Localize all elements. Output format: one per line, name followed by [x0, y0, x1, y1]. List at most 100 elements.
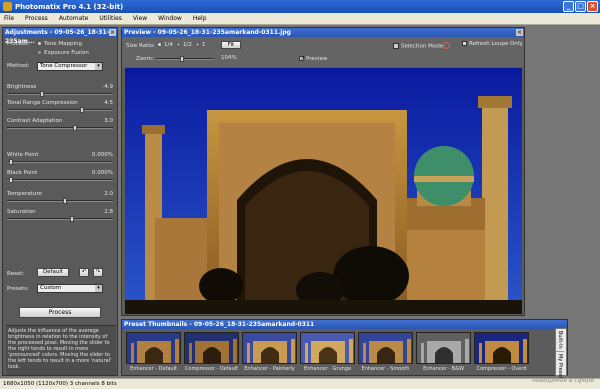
thumbnail-image[interactable] — [184, 332, 239, 364]
minimize-button[interactable]: _ — [563, 1, 574, 12]
slider-value: 4.5 — [104, 100, 113, 106]
slider-row: Temperature 2.0 — [7, 191, 113, 197]
thumbnail-image[interactable] — [300, 332, 355, 364]
menu-file[interactable]: File — [4, 15, 14, 22]
preview-window: Preview - 09-05-26_18-31-235amarkand-031… — [121, 27, 525, 316]
adjustment-slider[interactable] — [7, 177, 113, 183]
size-half-radio[interactable]: 1/2 — [176, 42, 192, 48]
app-title: Photomatix Pro 4.1 (32-bit) — [15, 2, 124, 11]
slider-thumb[interactable] — [73, 125, 77, 131]
status-text: 1680x1050 (1120x700) 3 channels 8 bits — [3, 381, 117, 387]
help-text: Adjusts the influence of the average bri… — [6, 325, 116, 375]
maximize-button[interactable]: □ — [575, 1, 586, 12]
process-button[interactable]: Process — [19, 307, 101, 318]
madrasa-photo — [125, 68, 522, 314]
preset-thumbnail[interactable]: Enhancer - B&W — [416, 332, 471, 372]
slider-thumb[interactable] — [9, 159, 13, 165]
redo-arrow-icon: ↷ — [95, 269, 101, 275]
slider-value: -4.9 — [102, 84, 113, 90]
fit-button[interactable]: Fit — [221, 41, 241, 49]
adjustment-slider[interactable] — [7, 107, 113, 113]
reset-label: Reset: — [7, 271, 25, 277]
method-select[interactable]: Tone Compressor ▾ — [37, 62, 103, 71]
slider-value: 0.000% — [92, 170, 113, 176]
preset-thumbnail[interactable]: Enhancer - Default — [126, 332, 181, 372]
thumbnail-image[interactable] — [242, 332, 297, 364]
thumbnail-label: Compressor - Default — [184, 366, 239, 372]
adjustment-slider[interactable] — [7, 91, 113, 97]
size-full-radio[interactable]: 1 — [195, 42, 206, 48]
menu-view[interactable]: View — [133, 15, 147, 22]
thumbnail-image[interactable] — [474, 332, 529, 364]
adjustments-panel: Adjustments - 09-05-26_18-31-235am... × … — [2, 27, 118, 376]
thumbnail-image[interactable] — [358, 332, 413, 364]
menu-process[interactable]: Process — [25, 15, 48, 22]
thumbnails-title: Preset Thumbnails - 09-05-26_18-31-235am… — [122, 320, 567, 329]
tone-mapping-radio[interactable]: Tone Mapping — [37, 41, 82, 47]
presets-select[interactable]: Custom ▾ — [37, 284, 103, 293]
preset-thumbnail[interactable]: Enhancer - Grunge — [300, 332, 355, 372]
close-panel-icon[interactable]: × — [109, 29, 116, 36]
slider-row: Black Point 0.000% — [7, 170, 113, 176]
slider-thumb[interactable] — [80, 107, 84, 113]
redo-button[interactable]: ↷ — [93, 268, 103, 277]
adjustment-slider[interactable] — [7, 125, 113, 131]
slider-label: Black Point — [7, 170, 38, 176]
preset-thumbnail[interactable]: Enhancer - Smooth — [358, 332, 413, 372]
exposure-fusion-radio[interactable]: Exposure Fusion — [37, 50, 89, 56]
preview-checkbox[interactable]: ✓ Preview — [299, 56, 327, 62]
slider-thumb[interactable] — [9, 177, 13, 183]
close-button[interactable]: × — [587, 1, 598, 12]
undo-button[interactable]: ↶ — [79, 268, 89, 277]
thumbnail-label: Compressor - Overd — [476, 366, 527, 372]
menu-utilities[interactable]: Utilities — [99, 15, 122, 22]
radio-icon — [176, 42, 181, 47]
app-titlebar: Photomatix Pro 4.1 (32-bit) _ □ × — [0, 0, 600, 13]
adjustment-slider[interactable] — [7, 198, 113, 204]
thumbnail-image[interactable] — [126, 332, 181, 364]
zoom-slider[interactable] — [156, 56, 214, 62]
slider-value: 3.0 — [104, 118, 113, 124]
reset-default-button[interactable]: Default — [37, 268, 69, 277]
refresh-loupe-checkbox[interactable]: Refresh Loupe Only — [462, 41, 523, 47]
thumbnail-label: Enhancer - Painterly — [244, 366, 295, 372]
radio-icon — [37, 50, 42, 55]
preset-thumbnail[interactable]: Compressor - Default — [184, 332, 239, 372]
close-preview-icon[interactable]: × — [516, 29, 523, 36]
thumbnail-label: Enhancer - Default — [130, 366, 177, 372]
adjustment-slider[interactable] — [7, 216, 113, 222]
slider-row: Tonal Range Compression 4.5 — [7, 100, 113, 106]
preset-thumbnail[interactable]: Enhancer - Painterly — [242, 332, 297, 372]
chevron-down-icon: ▾ — [95, 63, 102, 70]
slider-thumb[interactable] — [70, 216, 74, 222]
menu-bar: File Process Automate Utilities View Win… — [0, 13, 600, 25]
size-quarter-radio[interactable]: 1/4 — [157, 42, 173, 48]
zoom-label: Zoom: — [136, 56, 154, 62]
preview-image[interactable] — [125, 68, 522, 314]
thumbnail-label: Enhancer - Smooth — [361, 366, 410, 372]
radio-icon — [195, 42, 200, 47]
slider-label: Saturation — [7, 209, 36, 215]
slider-value: 0.000% — [92, 152, 113, 158]
checkbox-icon — [462, 41, 467, 46]
menu-window[interactable]: Window — [158, 15, 182, 22]
undo-arrow-icon: ↶ — [81, 269, 87, 275]
selection-mode-toggle[interactable]: Selection Mode — [393, 43, 443, 50]
slider-thumb[interactable] — [40, 91, 44, 97]
slider-thumb[interactable] — [63, 198, 67, 204]
menu-automate[interactable]: Automate — [59, 15, 89, 22]
zoom-slider-thumb[interactable] — [180, 56, 184, 62]
preset-thumbnails-panel: Preset Thumbnails - 09-05-26_18-31-235am… — [121, 319, 568, 376]
preset-thumbnail[interactable]: Compressor - Overd — [474, 332, 529, 372]
zoom-value: 104% — [221, 55, 237, 61]
tab-built-in[interactable]: Built-In — [556, 329, 564, 352]
adjustment-slider[interactable] — [7, 159, 113, 165]
menu-help[interactable]: Help — [193, 15, 207, 22]
preset-tabs: Built-In My Presets — [555, 328, 567, 384]
thumbnail-image[interactable] — [416, 332, 471, 364]
checkbox-checked-icon: ✓ — [299, 56, 305, 62]
presets-label: Presets: — [7, 286, 29, 292]
thumbnail-label: Enhancer - Grunge — [303, 366, 352, 372]
slider-row: Saturation 2.8 — [7, 209, 113, 215]
loupe-icon[interactable] — [443, 42, 450, 49]
